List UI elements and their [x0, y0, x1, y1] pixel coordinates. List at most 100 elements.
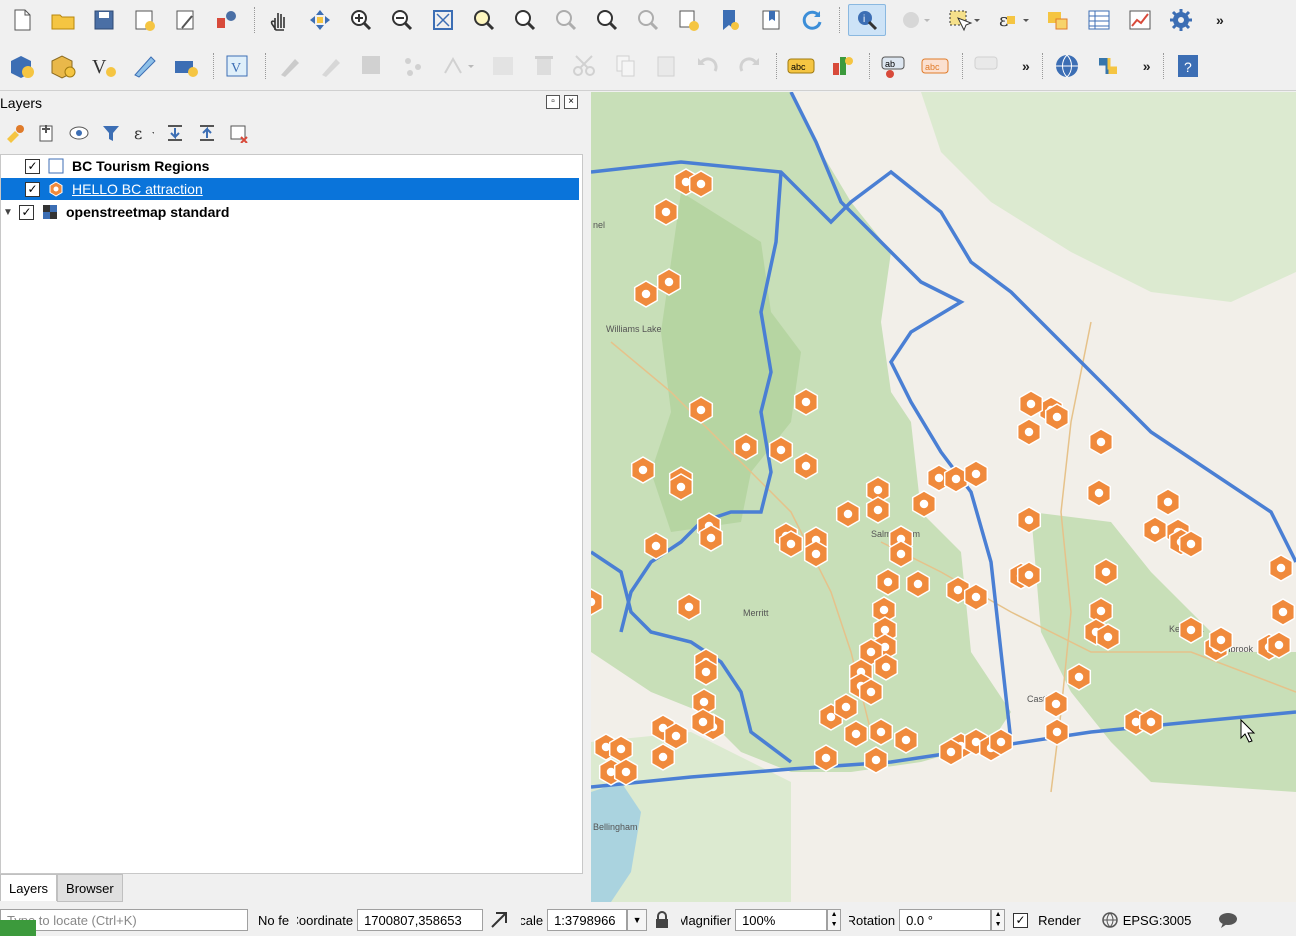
- new-print-layout-icon[interactable]: [129, 5, 161, 35]
- expand-all-icon[interactable]: [164, 122, 186, 144]
- layer-visibility-checkbox[interactable]: ✓: [25, 158, 40, 174]
- magnifier-input[interactable]: 100%: [735, 909, 828, 931]
- progress-indicator: [0, 920, 36, 936]
- layer-row-openstreetmap[interactable]: ▼ ✓ openstreetmap standard: [1, 201, 579, 223]
- settings-gear-icon[interactable]: [1165, 5, 1197, 35]
- tab-layers[interactable]: Layers: [0, 874, 58, 901]
- zoom-last-icon[interactable]: [591, 5, 623, 35]
- pan-to-selection-icon[interactable]: [304, 5, 336, 35]
- render-checkbox[interactable]: ✓: [1013, 912, 1029, 928]
- scale-input[interactable]: 1:3798966: [547, 909, 628, 931]
- deselect-all-icon[interactable]: [1042, 5, 1074, 35]
- style-panel-icon[interactable]: [4, 122, 26, 144]
- layer-visibility-checkbox[interactable]: ✓: [19, 204, 34, 220]
- new-virtual-layer-icon[interactable]: V: [222, 51, 254, 81]
- layer-row-tourism-regions[interactable]: ✓ BC Tourism Regions: [1, 155, 579, 177]
- new-vector-layer-icon[interactable]: V: [88, 51, 120, 81]
- run-feature-action-icon[interactable]: [895, 5, 935, 35]
- style-manager-icon[interactable]: [211, 5, 243, 35]
- toolbar-overflow-button-2[interactable]: »: [1022, 58, 1030, 74]
- save-project-icon[interactable]: [88, 5, 120, 35]
- messages-icon[interactable]: [1217, 911, 1239, 929]
- add-group-icon[interactable]: [36, 122, 58, 144]
- modify-attributes-icon[interactable]: [487, 51, 519, 81]
- attribute-table-icon[interactable]: [1083, 5, 1115, 35]
- tab-browser[interactable]: Browser: [57, 874, 123, 902]
- new-geopackage-layer-icon[interactable]: [47, 51, 79, 81]
- pin-labels-icon[interactable]: ab: [878, 51, 910, 81]
- zoom-full-icon[interactable]: [427, 5, 459, 35]
- map-svg[interactable]: nel Williams Lake Salmon Arm Merritt Kel…: [591, 92, 1296, 902]
- layer-visibility-checkbox[interactable]: ✓: [25, 181, 40, 197]
- edit-pencil-icon[interactable]: [315, 51, 347, 81]
- refresh-icon[interactable]: [796, 5, 828, 35]
- rotation-input[interactable]: 0.0 °: [899, 909, 992, 931]
- vertex-tool-icon[interactable]: [438, 51, 478, 81]
- save-edits-icon[interactable]: [356, 51, 388, 81]
- new-temporary-layer-icon[interactable]: [170, 51, 202, 81]
- python-console-icon[interactable]: [1092, 51, 1124, 81]
- remove-layer-icon[interactable]: [228, 122, 250, 144]
- delete-selected-icon[interactable]: [528, 51, 560, 81]
- main-toolbar: i ε »: [0, 0, 1296, 40]
- lock-scale-icon[interactable]: [655, 911, 669, 929]
- layer-row-hello-bc-attraction[interactable]: ✓ HELLO BC attraction: [1, 178, 579, 200]
- map-canvas[interactable]: nel Williams Lake Salmon Arm Merritt Kel…: [591, 92, 1296, 902]
- manage-visibility-icon[interactable]: [68, 122, 90, 144]
- collapse-all-icon[interactable]: [196, 122, 218, 144]
- new-bookmark-icon[interactable]: [714, 5, 746, 35]
- add-point-icon[interactable]: [397, 51, 429, 81]
- filter-by-expression-icon[interactable]: ε: [132, 122, 154, 144]
- statistical-summary-icon[interactable]: [1124, 5, 1156, 35]
- layout-manager-icon[interactable]: [170, 5, 202, 35]
- locator-search-input[interactable]: Type to locate (Ctrl+K): [0, 909, 248, 931]
- digitize-icon[interactable]: [129, 51, 161, 81]
- float-panel-icon[interactable]: ▫: [546, 95, 560, 109]
- highlight-labels-icon[interactable]: abc: [919, 51, 951, 81]
- layer-tree: ✓ BC Tourism Regions ✓ HELLO BC attracti…: [0, 154, 583, 874]
- coordinate-input[interactable]: 1700807,358653: [357, 909, 484, 931]
- copy-features-icon[interactable]: [610, 51, 642, 81]
- crs-globe-icon[interactable]: [1101, 911, 1119, 929]
- pan-icon[interactable]: [263, 5, 295, 35]
- crs-label[interactable]: EPSG:3005: [1123, 913, 1192, 928]
- attraction-marker-center: [670, 730, 682, 742]
- zoom-next-icon[interactable]: [632, 5, 664, 35]
- toolbar-overflow-button-3[interactable]: »: [1143, 58, 1151, 74]
- help-icon[interactable]: ?: [1172, 51, 1204, 81]
- expand-arrow-icon[interactable]: ▼: [1, 207, 15, 218]
- redo-icon[interactable]: [733, 51, 765, 81]
- zoom-native-icon[interactable]: [550, 5, 582, 35]
- zoom-to-selection-icon[interactable]: [468, 5, 500, 35]
- layer-diagram-icon[interactable]: [826, 51, 858, 81]
- web-globe-icon[interactable]: [1051, 51, 1083, 81]
- magnifier-spinner[interactable]: ▲ ▼: [827, 909, 842, 931]
- zoom-to-layer-icon[interactable]: [509, 5, 541, 35]
- cut-features-icon[interactable]: [569, 51, 601, 81]
- attraction-marker-center: [591, 596, 597, 608]
- new-map-view-icon[interactable]: [673, 5, 705, 35]
- rotation-spinner[interactable]: ▲ ▼: [991, 909, 1006, 931]
- show-bookmarks-icon[interactable]: [755, 5, 787, 35]
- data-source-manager-icon[interactable]: [6, 51, 38, 81]
- paste-features-icon[interactable]: [651, 51, 683, 81]
- new-project-icon[interactable]: [6, 5, 38, 35]
- close-panel-icon[interactable]: ×: [564, 95, 578, 109]
- identify-features-icon[interactable]: i: [848, 4, 886, 36]
- label-toolbar-icon[interactable]: abc: [785, 51, 817, 81]
- undo-icon[interactable]: [692, 51, 724, 81]
- toolbar-overflow-button[interactable]: »: [1216, 12, 1224, 28]
- toggle-editing-icon[interactable]: [274, 51, 306, 81]
- toggle-extents-icon[interactable]: [489, 910, 511, 930]
- select-by-expression-icon[interactable]: ε: [993, 5, 1033, 35]
- scale-dropdown-icon[interactable]: ▼: [627, 909, 648, 931]
- filter-legend-icon[interactable]: [100, 122, 122, 144]
- attraction-marker-center: [865, 686, 877, 698]
- attraction-marker-center: [705, 532, 717, 544]
- open-project-icon[interactable]: [47, 5, 79, 35]
- zoom-out-icon[interactable]: [386, 5, 418, 35]
- select-features-icon[interactable]: [944, 5, 984, 35]
- attraction-marker-center: [895, 548, 907, 560]
- zoom-in-icon[interactable]: [345, 5, 377, 35]
- show-hide-labels-icon[interactable]: [971, 51, 1003, 81]
